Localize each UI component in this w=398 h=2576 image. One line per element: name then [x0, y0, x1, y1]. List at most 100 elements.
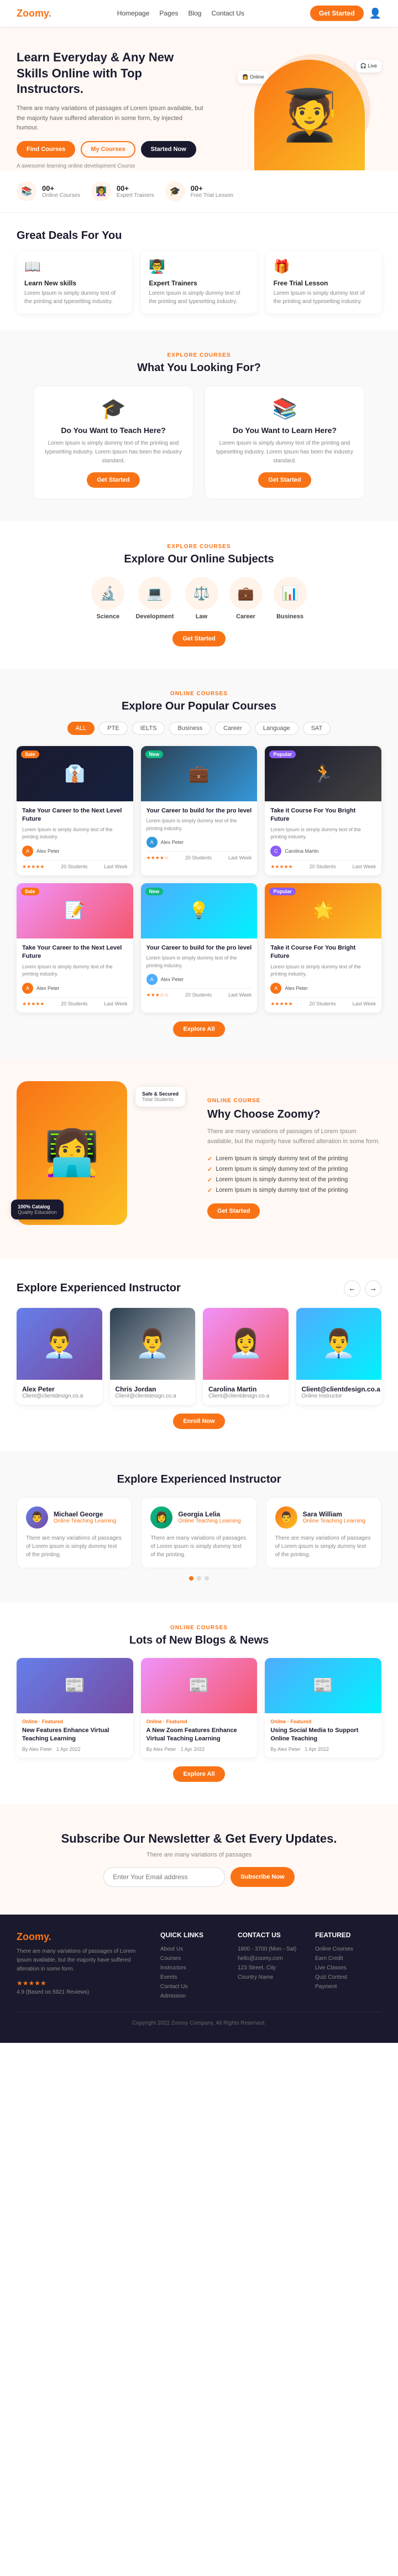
footer-link-instructors[interactable]: Instructors — [160, 1963, 227, 1973]
subject-label-4: Business — [274, 613, 307, 620]
course-title-3: Take Your Career to the Next Level Futur… — [22, 944, 128, 961]
instructor-next-btn[interactable]: → — [365, 1280, 381, 1297]
find-courses-button[interactable]: Find Courses — [17, 141, 75, 158]
looking-icon-teach: 🎓 — [45, 397, 182, 420]
instructor-list-title: Explore Experienced Instructor — [17, 1473, 381, 1486]
blog-img-2: 📰 — [265, 1658, 381, 1713]
started-button[interactable]: Started Now — [141, 141, 196, 158]
subject-item-0[interactable]: 🔬 Science — [91, 577, 124, 620]
stat-icon-2: 🎓 — [165, 181, 185, 201]
dot-2[interactable] — [205, 1576, 209, 1581]
instructor-img-0: 👨‍💼 — [17, 1308, 102, 1380]
nav-link-homepage[interactable]: Homepage — [117, 9, 150, 17]
footer-col-quick-title: QUICK LINKS — [160, 1931, 227, 1939]
blogs-explore-btn[interactable]: Explore All — [173, 1766, 224, 1782]
nav-link-pages[interactable]: Pages — [159, 9, 178, 17]
footer-feat-quiz[interactable]: Quiz Contest — [315, 1973, 381, 1982]
newsletter-form: Subscribe Now — [17, 1867, 381, 1887]
subject-icon-0: 🔬 — [91, 577, 124, 610]
course-card-0: Sale 👔 Take Your Career to the Next Leve… — [17, 746, 133, 875]
deal-icon-0: 📖 — [24, 259, 124, 275]
footer-link-about[interactable]: About Us — [160, 1944, 227, 1954]
footer-feat-earn[interactable]: Earn Credit — [315, 1954, 381, 1963]
footer-link-admission[interactable]: Admission — [160, 1991, 227, 2001]
footer-link-events[interactable]: Events — [160, 1973, 227, 1982]
looking-btn-teach[interactable]: Get Started — [87, 472, 139, 488]
stat-count-2: 00+ — [191, 184, 233, 192]
course-card-4: New 💡 Your Career to build for the pro l… — [141, 883, 258, 1013]
tab-business[interactable]: Business — [169, 722, 211, 735]
blog-img-1: 📰 — [141, 1658, 258, 1713]
instructor-card-1: 👨‍💼 Chris Jordan Client@clientdesign.co.… — [110, 1308, 196, 1405]
blog-date-0: 1 Apr 2022 — [56, 1746, 81, 1752]
stat-label-0: Online Courses — [42, 192, 80, 199]
looking-card-teach: 🎓 Do You Want to Teach Here? Lorem Ipsum… — [33, 385, 193, 499]
subject-item-2[interactable]: ⚖️ Law — [185, 577, 218, 620]
footer-feat-payment[interactable]: Payment — [315, 1982, 381, 1991]
blog-tag-2: Online · Featured — [270, 1719, 376, 1724]
subjects-explore-btn[interactable]: Get Started — [172, 631, 225, 646]
instructor-prev-btn[interactable]: ← — [344, 1280, 360, 1297]
subject-item-1[interactable]: 💻 Development — [135, 577, 174, 620]
newsletter-input[interactable] — [103, 1867, 225, 1887]
dot-1[interactable] — [197, 1576, 201, 1581]
get-started-button[interactable]: Get Started — [310, 6, 364, 21]
why-get-started-btn[interactable]: Get Started — [207, 1203, 260, 1219]
footer-feat-live[interactable]: Live Classes — [315, 1963, 381, 1973]
footer-feat-online[interactable]: Online Courses — [315, 1944, 381, 1954]
courses-explore-btn[interactable]: Explore All — [173, 1021, 224, 1037]
footer-top: Zoomy. There are many variations of pass… — [17, 1931, 381, 2001]
stat-label-1: Expert Trainers — [117, 192, 154, 199]
why-check-2: ✓ Lorem Ipsum is simply dummy text of th… — [207, 1175, 381, 1185]
hero-image-area: 🧑‍🎓 👩 Online 🎧 Live — [238, 49, 381, 170]
footer-col-featured: FEATURED Online Courses Earn Credit Live… — [315, 1931, 381, 2001]
subject-icon-3: 💼 — [229, 577, 263, 610]
looking-icon-learn: 📚 — [216, 397, 353, 420]
nav-link-contact[interactable]: Contact Us — [211, 9, 244, 17]
hero-description: There are many variations of passages of… — [17, 104, 205, 133]
course-avatar-1: A — [146, 837, 158, 848]
inst-avatar-1: 👩 — [150, 1506, 172, 1529]
course-img-0: Sale 👔 — [17, 746, 133, 801]
tab-ielts[interactable]: IELTS — [132, 722, 165, 735]
user-icon[interactable]: 👤 — [369, 8, 381, 19]
why-badge-safe: Safe & Secured Total Students — [135, 1087, 185, 1107]
blogs-title: Lots of New Blogs & News — [17, 1634, 381, 1647]
check-icon-2: ✓ — [207, 1176, 212, 1183]
dot-0[interactable] — [189, 1576, 193, 1581]
stat-icon-1: 👩‍🏫 — [91, 181, 111, 201]
instructor-role-1: Client@clientdesign.co.a — [116, 1393, 190, 1399]
my-courses-button[interactable]: My Courses — [81, 141, 135, 158]
why-checks: ✓ Lorem Ipsum is simply dummy text of th… — [207, 1154, 381, 1196]
newsletter-desc: There are many variations of passages — [17, 1852, 381, 1858]
tab-sat[interactable]: SAT — [303, 722, 331, 735]
subject-item-3[interactable]: 💼 Career — [229, 577, 263, 620]
course-desc-4: Lorem Ipsum is simply dummy text of the … — [146, 955, 252, 969]
instructor-name-2: Carolina Martin — [208, 1385, 283, 1393]
great-deals-title: Great Deals For You — [17, 230, 381, 242]
inst-desc-2: There are many variations of passages of… — [275, 1534, 372, 1559]
tab-pte[interactable]: PTE — [99, 722, 127, 735]
tab-career[interactable]: Career — [215, 722, 250, 735]
course-badge-0: Sale — [21, 750, 39, 758]
deal-card-2: 🎁 Free Trial Lesson Lorem Ipsum is simpl… — [266, 251, 381, 314]
footer-brand: Zoomy. There are many variations of pass… — [17, 1931, 149, 2001]
tab-language[interactable]: Language — [255, 722, 298, 735]
instructor-enroll-btn[interactable]: Enroll Now — [173, 1414, 224, 1429]
blogs-grid: 📰 Online · Featured New Features Enhance… — [17, 1658, 381, 1758]
courses-section: ONLINE COURSES Explore Our Popular Cours… — [0, 669, 398, 1059]
looking-btn-learn[interactable]: Get Started — [258, 472, 311, 488]
subject-item-4[interactable]: 📊 Business — [274, 577, 307, 620]
nav-link-blog[interactable]: Blog — [188, 9, 201, 17]
tab-all[interactable]: ALL — [67, 722, 95, 735]
stat-item-2: 🎓 00+ Free Trial Lesson — [165, 181, 233, 201]
why-check-0: ✓ Lorem Ipsum is simply dummy text of th… — [207, 1154, 381, 1164]
footer-link-courses[interactable]: Courses — [160, 1954, 227, 1963]
instructor-card-2: 👩‍💼 Carolina Martin Client@clientdesign.… — [203, 1308, 289, 1405]
blog-title-1: A New Zoom Features Enhance Virtual Teac… — [146, 1727, 252, 1744]
newsletter-subscribe-btn[interactable]: Subscribe Now — [231, 1867, 294, 1887]
footer-link-contact[interactable]: Contact Us — [160, 1982, 227, 1991]
course-rating-2: ★★★★★ — [270, 864, 292, 870]
course-duration-4: Last Week — [228, 992, 252, 998]
instructor-role-0: Client@clientdesign.co.a — [22, 1393, 97, 1399]
